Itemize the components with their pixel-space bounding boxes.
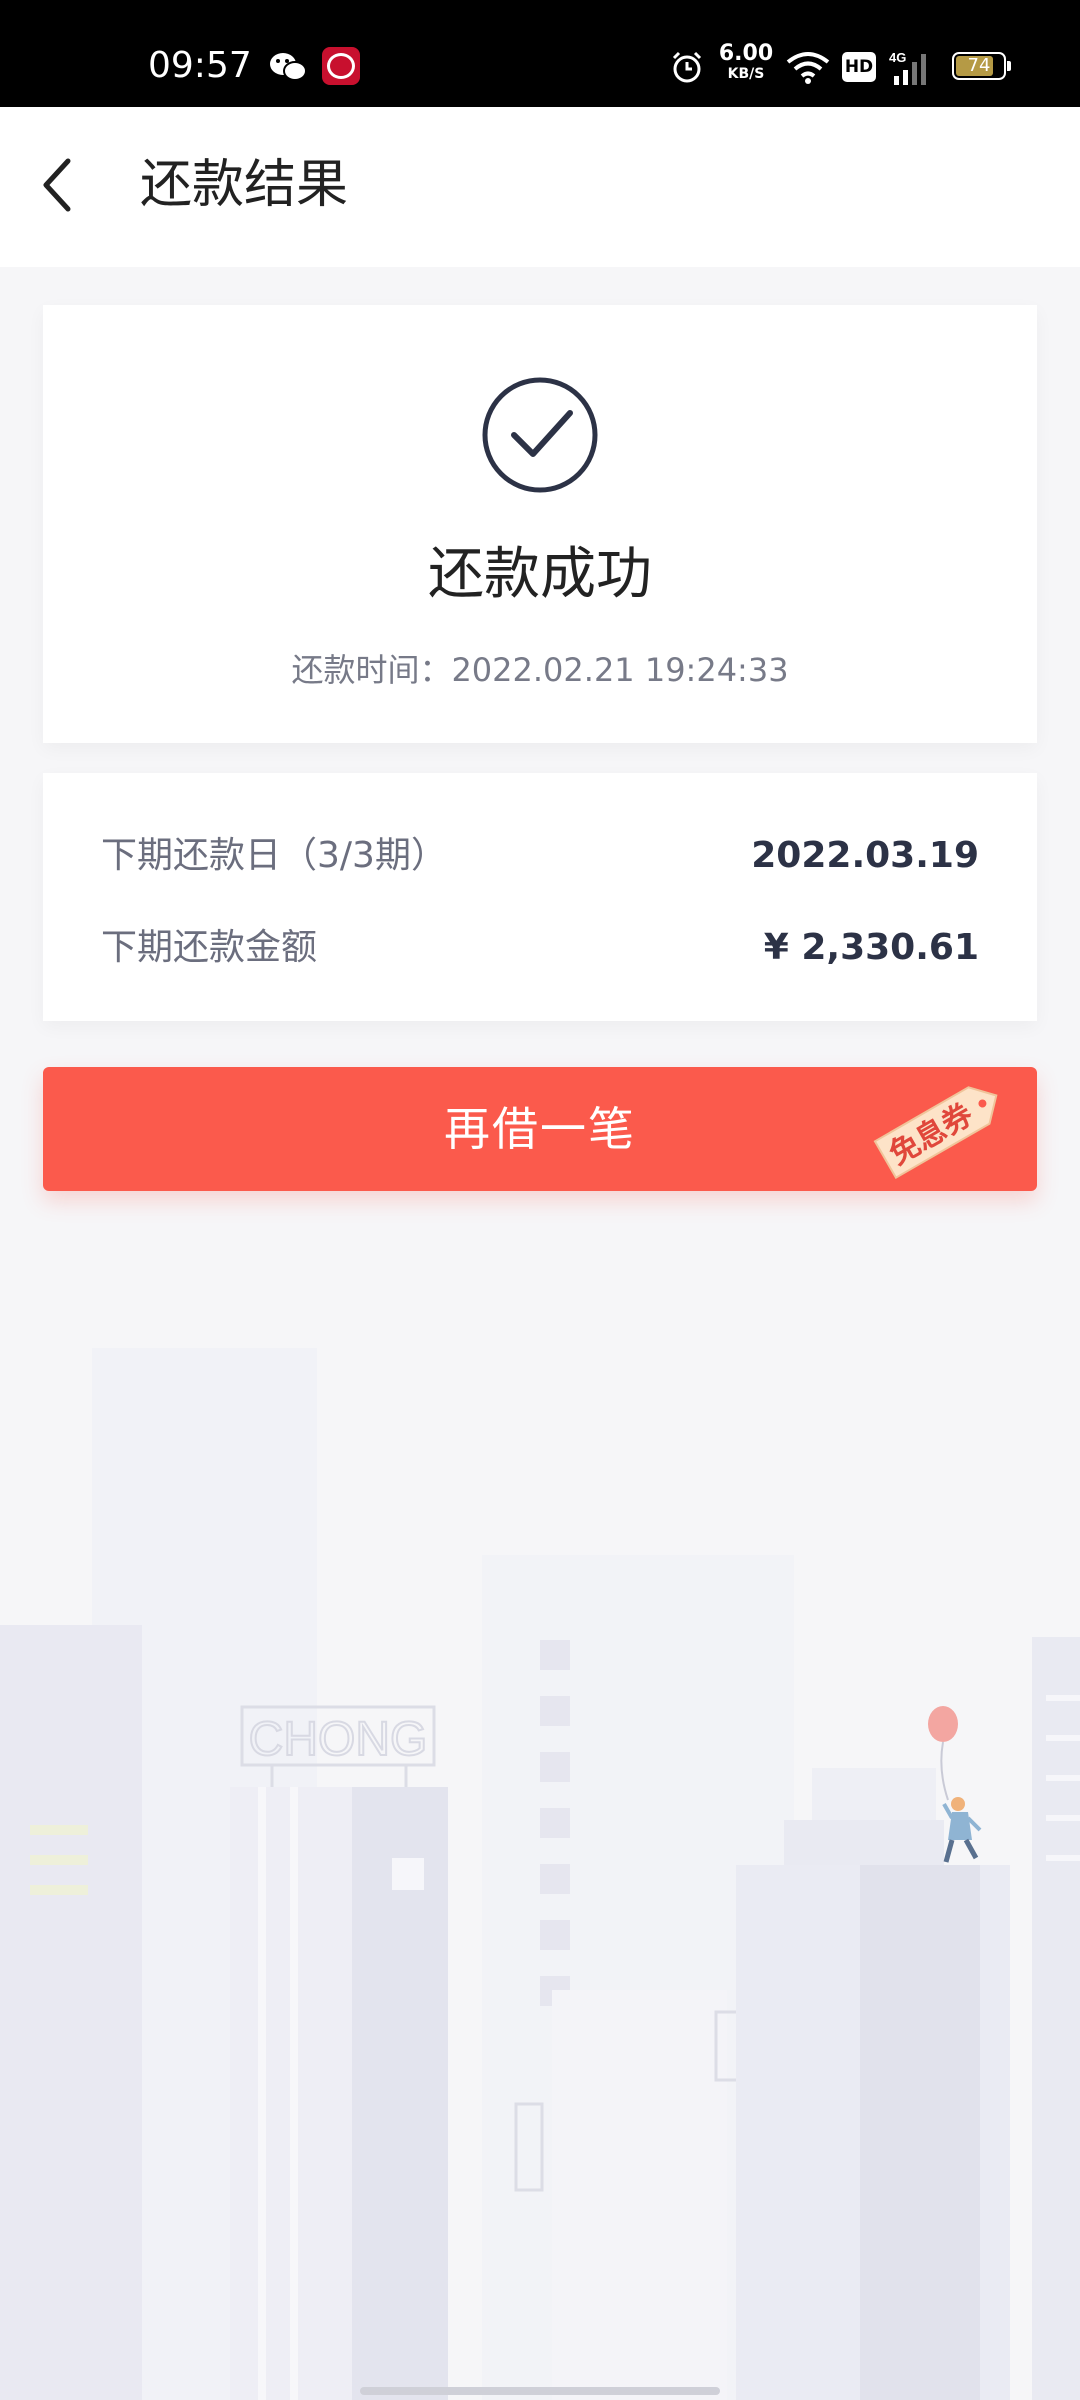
cmb-bank-icon: [322, 47, 360, 85]
next-due-date-value: 2022.03.19: [751, 835, 979, 876]
home-indicator[interactable]: [360, 2387, 720, 2395]
result-status: 还款成功: [428, 542, 652, 607]
next-amount-value: ¥ 2,330.61: [763, 927, 979, 968]
page-title: 还款结果: [140, 155, 349, 215]
check-circle-icon: [482, 377, 598, 493]
status-bar: 09:57 6.00 KB/S HD 4G 74: [0, 0, 1080, 107]
chong-sign: CHONG: [249, 1713, 428, 1766]
wifi-icon: [786, 52, 830, 84]
borrow-again-button[interactable]: 再借一笔 免息券: [43, 1067, 1037, 1191]
signal-icon: 4G: [889, 50, 926, 85]
interest-free-coupon-tag: 免息券: [873, 1086, 998, 1180]
alarm-icon: [672, 51, 702, 83]
network-speed: 6.00 KB/S: [718, 41, 774, 83]
result-card: 还款成功 还款时间：2022.02.21 19:24:33: [43, 305, 1037, 743]
status-time: 09:57: [148, 45, 252, 86]
repayment-time: 还款时间：2022.02.21 19:24:33: [291, 651, 789, 689]
next-due-date-label: 下期还款日（3/3期）: [101, 835, 447, 876]
hd-badge: HD: [842, 52, 876, 82]
page-header: 还款结果: [0, 107, 1080, 267]
next-due-date-row: 下期还款日（3/3期） 2022.03.19: [101, 831, 979, 881]
city-illustration: CHONG: [0, 1348, 1080, 2400]
battery-icon: 74: [952, 52, 1011, 80]
svg-text:4G: 4G: [889, 50, 906, 65]
next-payment-card: 下期还款日（3/3期） 2022.03.19 下期还款金额 ¥ 2,330.61: [43, 773, 1037, 1021]
next-amount-row: 下期还款金额 ¥ 2,330.61: [101, 923, 979, 973]
next-amount-label: 下期还款金额: [101, 927, 318, 968]
wechat-icon: [270, 53, 307, 81]
back-arrow-icon[interactable]: [36, 153, 80, 217]
